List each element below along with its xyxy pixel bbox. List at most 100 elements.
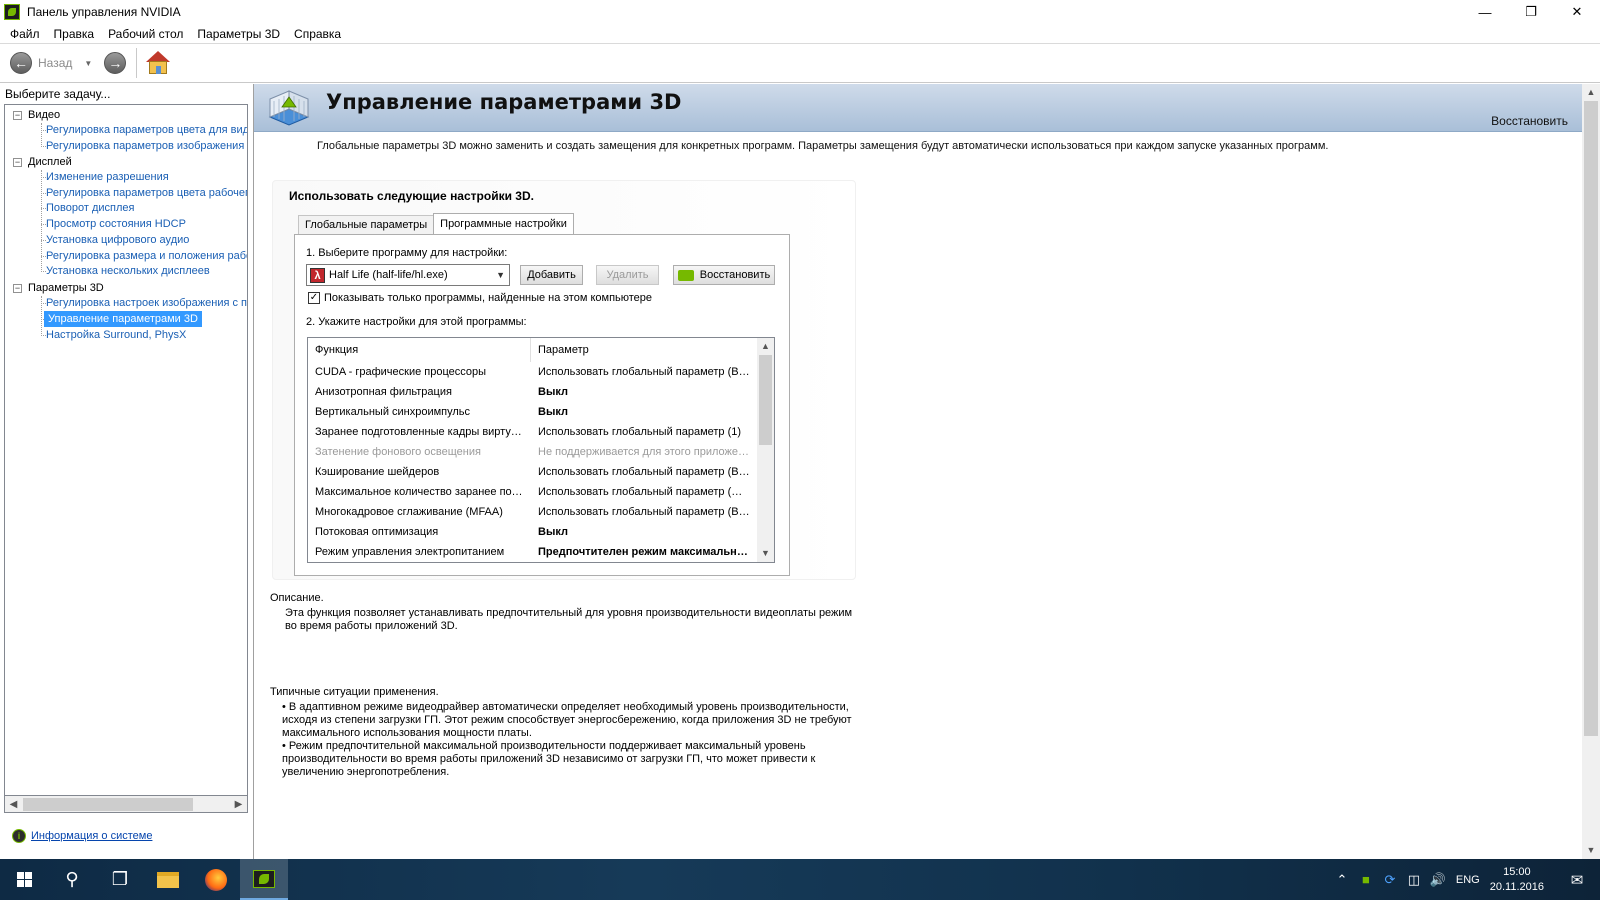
step1-label: 1. Выберите программу для настройки: [306, 247, 508, 259]
back-label[interactable]: Назад [38, 56, 72, 70]
page-title: Управление параметрами 3D [326, 90, 682, 114]
tab-global-settings[interactable]: Глобальные параметры [298, 215, 435, 234]
table-row[interactable]: Потоковая оптимизация Выкл [308, 522, 758, 542]
usage-label: Типичные ситуации применения. [270, 686, 439, 698]
restore-program-button[interactable]: Восстановить [673, 265, 775, 285]
add-program-button[interactable]: Добавить [520, 265, 583, 285]
table-row[interactable]: Анизотропная фильтрация Выкл [308, 382, 758, 402]
scroll-up-icon[interactable]: ▲ [757, 338, 774, 355]
nvidia-tray-icon[interactable]: ■ [1354, 872, 1378, 887]
windows-logo-icon [16, 872, 32, 887]
tree-item-multi-display[interactable]: Установка нескольких дисплеев [46, 263, 210, 279]
volume-icon[interactable]: 🔊 [1426, 872, 1450, 888]
task-label: Выберите задачу... [5, 87, 111, 101]
scroll-right-icon[interactable]: ▶ [230, 799, 247, 810]
scroll-left-icon[interactable]: ◀ [5, 799, 22, 810]
tree-item-surround-physx[interactable]: Настройка Surround, PhysX [46, 327, 186, 343]
clock-time: 15:00 [1503, 865, 1531, 878]
tree-category-display[interactable]: − Дисплей [13, 154, 72, 170]
usage-list: • В адаптивном режиме видеодрайвер автом… [282, 701, 857, 779]
tree-category-video[interactable]: − Видео [13, 107, 60, 123]
restore-defaults-link[interactable]: Восстановить [1491, 114, 1568, 128]
forward-arrow-icon[interactable]: → [104, 52, 127, 74]
tree-item-desktop-size[interactable]: Регулировка размера и положения рабочего… [46, 248, 247, 264]
system-tray: ⌃ ■ ⟳ ◫ 🔊 ENG 15:00 20.11.2016 ✉ [1330, 859, 1600, 900]
tree-item-hdcp[interactable]: Просмотр состояния HDCP [46, 216, 186, 232]
scroll-thumb[interactable] [23, 797, 193, 811]
tree-item-video-color[interactable]: Регулировка параметров цвета для видео [46, 122, 247, 138]
system-info-link[interactable]: Информация о системе [31, 830, 152, 842]
collapse-icon[interactable]: − [13, 157, 22, 167]
3d-settings-icon [268, 90, 310, 126]
table-vertical-scrollbar[interactable]: ▲ ▼ [757, 338, 774, 562]
settings-table[interactable]: Функция Параметр CUDA - графические проц… [307, 337, 775, 563]
clock-date: 20.11.2016 [1489, 880, 1544, 893]
tree-category-3d[interactable]: − Параметры 3D [13, 280, 104, 296]
table-row[interactable]: Затенение фонового освещения Не поддержив… [308, 442, 758, 462]
chevron-down-icon[interactable]: ▼ [496, 270, 505, 280]
sync-tray-icon[interactable]: ⟳ [1378, 872, 1402, 888]
column-header-setting[interactable]: Параметр [531, 344, 589, 356]
table-row[interactable]: Заранее подготовленные кадры виртуальной… [308, 422, 758, 442]
menu-file[interactable]: Файл [3, 27, 47, 41]
firefox-icon[interactable] [192, 859, 240, 900]
usage-item: • Режим предпочтительной максимальной пр… [282, 740, 816, 778]
back-arrow-icon[interactable]: ← [10, 52, 32, 74]
scroll-down-icon[interactable]: ▼ [1582, 842, 1600, 859]
show-found-programs-label: Показывать только программы, найденные н… [324, 292, 653, 304]
tree-horizontal-scrollbar[interactable]: ◀ ▶ [4, 796, 248, 813]
table-row[interactable]: Режим управления электропитанием Предпочт… [308, 542, 758, 562]
nvidia-logo-icon [677, 269, 694, 281]
tree-item-digital-audio[interactable]: Установка цифрового аудио [46, 232, 189, 248]
show-found-programs-checkbox[interactable]: ✓ [308, 292, 320, 304]
scroll-thumb[interactable] [1584, 101, 1598, 736]
menu-help[interactable]: Справка [287, 27, 348, 41]
scroll-down-icon[interactable]: ▼ [757, 545, 774, 562]
collapse-icon[interactable]: − [13, 110, 22, 120]
scroll-thumb[interactable] [759, 355, 772, 445]
clock[interactable]: 15:00 20.11.2016 [1490, 865, 1544, 895]
network-icon[interactable]: ◫ [1402, 872, 1426, 888]
title-bar: Панель управления NVIDIA — ❐ ✕ [0, 0, 1600, 24]
table-row[interactable]: CUDA - графические процессоры Использоват… [308, 362, 758, 382]
nvidia-taskbar-icon[interactable] [240, 859, 288, 900]
scroll-up-icon[interactable]: ▲ [1582, 84, 1600, 101]
system-info: i Информация о системе [12, 829, 152, 843]
tree-item-video-image[interactable]: Регулировка параметров изображения для в… [46, 138, 247, 154]
table-row[interactable]: Многокадровое сглаживание (MFAA) Использо… [308, 502, 758, 522]
remove-program-button[interactable]: Удалить [596, 265, 659, 285]
task-tree[interactable]: − Видео Регулировка параметров цвета для… [4, 104, 248, 796]
table-row[interactable]: Вертикальный синхроимпульс Выкл [308, 402, 758, 422]
tree-item-rotate[interactable]: Поворот дисплея [46, 200, 134, 216]
maximize-button[interactable]: ❐ [1508, 0, 1554, 24]
menu-edit[interactable]: Правка [47, 27, 102, 41]
content-vertical-scrollbar[interactable]: ▲ ▼ [1582, 84, 1600, 859]
step2-label: 2. Укажите настройки для этой программы: [306, 316, 527, 328]
action-center-icon[interactable]: ✉ [1562, 871, 1592, 889]
show-hidden-icons-icon[interactable]: ⌃ [1330, 872, 1354, 888]
menu-3d-settings[interactable]: Параметры 3D [190, 27, 287, 41]
tab-program-settings[interactable]: Программные настройки [433, 213, 574, 234]
table-row[interactable]: Максимальное количество заранее подготов… [308, 482, 758, 502]
input-language[interactable]: ENG [1456, 874, 1480, 886]
tree-item-manage-3d[interactable]: Управление параметрами 3D [44, 311, 202, 327]
task-view-icon[interactable]: ❐ [96, 859, 144, 900]
tree-item-resolution[interactable]: Изменение разрешения [46, 169, 169, 185]
show-found-programs[interactable]: ✓ Показывать только программы, найденные… [308, 292, 652, 304]
history-dropdown-icon[interactable]: ▼ [84, 59, 92, 68]
column-header-feature[interactable]: Функция [308, 338, 531, 362]
usage-item: • В адаптивном режиме видеодрайвер автом… [282, 701, 852, 739]
minimize-button[interactable]: — [1462, 0, 1508, 24]
home-icon[interactable] [145, 51, 171, 75]
start-button[interactable] [0, 859, 48, 900]
program-select[interactable]: λ Half Life (half-life/hl.exe) ▼ [306, 264, 510, 286]
info-icon: i [12, 829, 26, 843]
search-icon[interactable]: ⚲ [48, 859, 96, 900]
menu-desktop[interactable]: Рабочий стол [101, 27, 190, 41]
table-row[interactable]: Кэширование шейдеров Использовать глобаль… [308, 462, 758, 482]
tree-item-desktop-color[interactable]: Регулировка параметров цвета рабочего ст… [46, 185, 247, 201]
close-button[interactable]: ✕ [1554, 0, 1600, 24]
collapse-icon[interactable]: − [13, 283, 22, 293]
tree-item-image-preview[interactable]: Регулировка настроек изображения с просм… [46, 295, 247, 311]
file-explorer-icon[interactable] [144, 859, 192, 900]
